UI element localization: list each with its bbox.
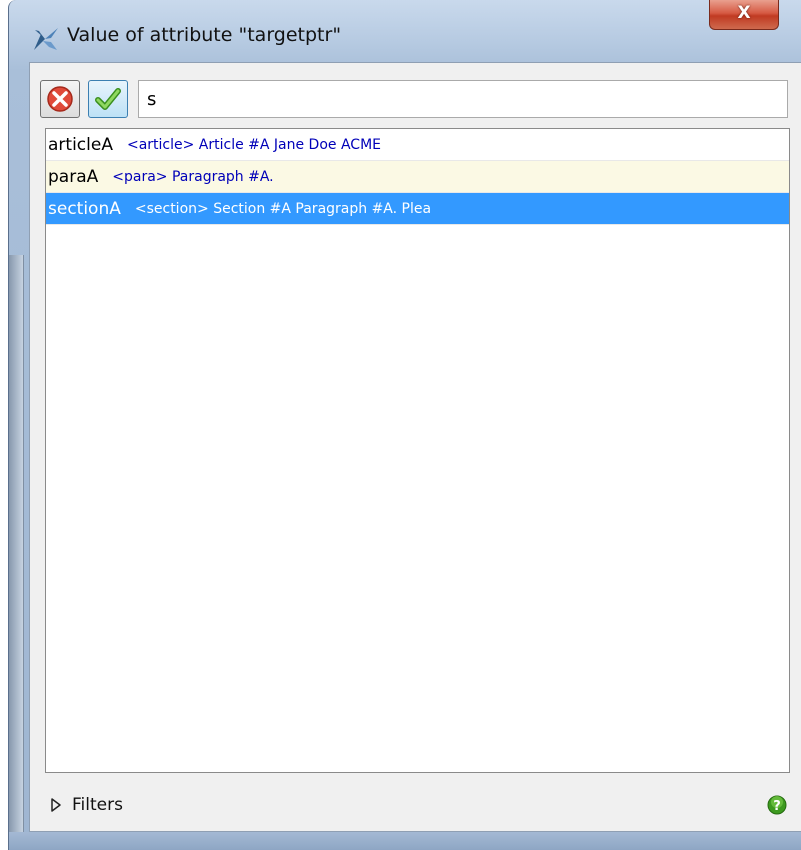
list-item[interactable]: paraA <para> Paragraph #A. — [46, 161, 789, 193]
cancel-button[interactable] — [40, 80, 80, 118]
checkmark-icon — [95, 88, 121, 110]
list-item[interactable]: articleA <article> Article #A Jane Doe A… — [46, 129, 789, 161]
app-icon — [34, 28, 58, 50]
svg-text:?: ? — [773, 799, 781, 814]
expand-triangle-icon — [51, 798, 61, 812]
list-item-description: <para> Paragraph #A. — [112, 168, 274, 185]
window-frame-left — [9, 255, 24, 850]
list-item-description: <article> Article #A Jane Doe ACME — [126, 136, 381, 153]
list-item-description: <section> Section #A Paragraph #A. Plea — [134, 200, 432, 217]
window-frame-bottom — [9, 832, 801, 850]
cancel-icon — [47, 86, 73, 112]
value-list[interactable]: articleA <article> Article #A Jane Doe A… — [45, 128, 790, 773]
dialog-content: articleA <article> Article #A Jane Doe A… — [29, 62, 801, 832]
list-item-selected[interactable]: sectionA <section> Section #A Paragraph … — [46, 193, 789, 225]
window-title: Value of attribute "targetptr" — [67, 24, 342, 46]
search-input[interactable] — [138, 80, 788, 118]
help-icon[interactable]: ? — [767, 795, 787, 815]
list-item-id: sectionA — [48, 198, 121, 219]
dialog-window: Value of attribute "targetptr" X s artic… — [8, 0, 801, 850]
list-item-id: articleA — [48, 134, 113, 155]
filters-toggle[interactable]: Filters — [50, 791, 123, 819]
toolbar — [40, 75, 790, 118]
title-bar[interactable]: Value of attribute "targetptr" X — [9, 0, 801, 62]
ok-button[interactable] — [88, 80, 128, 118]
filters-label: Filters — [72, 795, 123, 815]
list-item-id: paraA — [48, 166, 99, 187]
close-button[interactable]: X — [709, 0, 779, 30]
close-icon: X — [737, 3, 751, 23]
